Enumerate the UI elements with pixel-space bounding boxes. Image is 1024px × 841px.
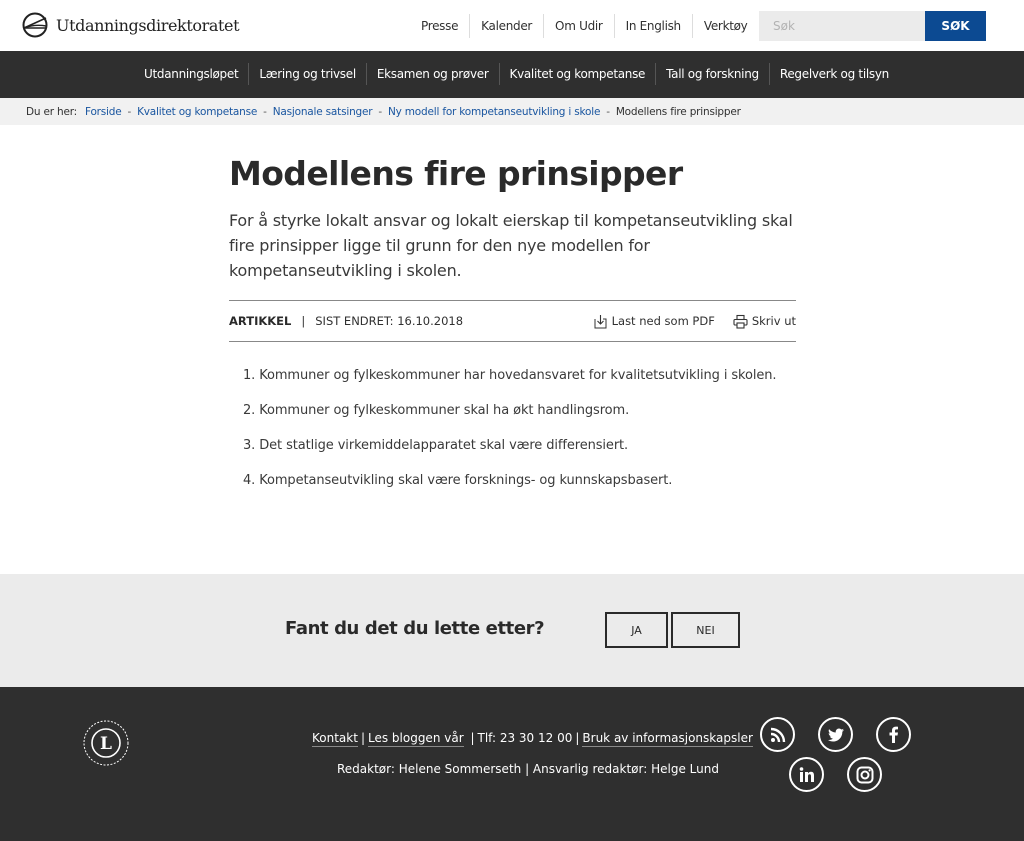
nav-item-utdanningslopet[interactable]: Utdanningsløpet (134, 63, 250, 85)
list-item: 1. Kommuner og fylkeskommuner har hoveda… (243, 368, 777, 383)
larebedrift-badge-icon: L (83, 720, 129, 766)
facebook-link[interactable] (876, 717, 911, 752)
breadcrumb-separator: - (127, 105, 132, 118)
footer-link-cookies[interactable]: Bruk av informasjonskapsler (582, 731, 753, 747)
rss-icon (770, 727, 785, 742)
twitter-link[interactable] (818, 717, 853, 752)
footer: L Kontakt | Les bloggen vår | Tlf: 23 30 12… (0, 687, 1024, 841)
download-pdf-button[interactable]: Last ned som PDF (593, 314, 715, 329)
breadcrumb-label: Du er her: (26, 105, 77, 118)
footer-link-blogg[interactable]: Les bloggen vår (367, 731, 464, 747)
breadcrumb-current: Modellens fire prinsipper (615, 105, 741, 118)
breadcrumb-link-nasjonale-satsinger[interactable]: Nasjonale satsinger (273, 106, 373, 118)
utility-nav: Presse Kalender Om Udir In English Verkt… (410, 14, 758, 38)
nav-item-kvalitet-og-kompetanse[interactable]: Kvalitet og kompetanse (500, 63, 657, 85)
footer-phone: Tlf: 23 30 12 00 (477, 731, 573, 745)
list-item: 3. Det statlige virkemiddelapparatet ska… (243, 438, 629, 453)
site-logo[interactable]: Utdanningsdirektoratet (22, 12, 240, 38)
utility-link-kalender[interactable]: Kalender (470, 14, 545, 38)
principles-list: 1. Kommuner og fylkeskommuner har hoveda… (243, 366, 777, 506)
article-type: ARTIKKEL (229, 314, 292, 328)
article-lead: For å styrke lokalt ansvar og lokalt eie… (229, 211, 793, 280)
feedback-section: Fant du det du lette etter? JA NEI (0, 574, 1024, 687)
breadcrumb-separator: - (263, 105, 267, 118)
article: Modellens fire prinsipper For å styrke l… (229, 150, 796, 488)
top-header: Utdanningsdirektoratet Presse Kalender O… (0, 0, 1024, 51)
footer-link-kontakt[interactable]: Kontakt (312, 731, 358, 747)
utility-link-verktoy[interactable]: Verktøy (693, 14, 759, 38)
nav-item-laering-og-trivsel[interactable]: Læring og trivsel (249, 63, 367, 85)
list-item: 2. Kommuner og fylkeskommuner skal ha øk… (243, 403, 630, 418)
breadcrumb-separator: - (378, 105, 382, 118)
print-button[interactable]: Skriv ut (733, 314, 796, 329)
page-title: Modellens fire prinsipper (229, 154, 683, 193)
linkedin-icon (799, 766, 814, 782)
download-icon (594, 314, 607, 328)
feedback-yes-button[interactable]: JA (605, 612, 668, 648)
rss-link[interactable] (760, 717, 795, 752)
meta-divider: | (301, 314, 306, 328)
nav-item-eksamen-og-prover[interactable]: Eksamen og prøver (367, 63, 500, 85)
linkedin-link[interactable] (789, 757, 824, 792)
utility-link-om-udir[interactable]: Om Udir (544, 14, 615, 38)
search-button[interactable]: SØK (925, 11, 986, 41)
download-pdf-label: Last ned som PDF (611, 314, 715, 328)
breadcrumb-link-forside[interactable]: Forside (85, 106, 122, 118)
utility-link-presse[interactable]: Presse (410, 14, 471, 38)
list-item: 4. Kompetanseutvikling skal være forskni… (243, 473, 673, 488)
nav-item-tall-og-forskning[interactable]: Tall og forskning (656, 63, 770, 85)
instagram-link[interactable] (847, 757, 882, 792)
breadcrumb-separator: - (606, 105, 610, 118)
nav-item-regelverk-og-tilsyn[interactable]: Regelverk og tilsyn (770, 63, 899, 85)
breadcrumb-link-ny-modell[interactable]: Ny modell for kompetanseutvikling i skol… (388, 106, 600, 118)
article-meta-bar: ARTIKKEL | SIST ENDRET: 16.10.2018 Last … (229, 300, 796, 342)
feedback-question: Fant du det du lette etter? (285, 618, 545, 639)
main-nav: Utdanningsløpet Læring og trivsel Eksame… (0, 51, 1024, 98)
last-changed-date: SIST ENDRET: 16.10.2018 (315, 314, 464, 328)
breadcrumb-link-kvalitet[interactable]: Kvalitet og kompetanse (137, 106, 257, 118)
facebook-icon (889, 726, 898, 743)
utility-link-in-english[interactable]: In English (615, 14, 693, 38)
logo-text: Utdanningsdirektoratet (56, 15, 240, 35)
search-input[interactable] (759, 11, 925, 41)
printer-icon (733, 314, 748, 329)
badge-letter: L (100, 734, 112, 754)
feedback-no-button[interactable]: NEI (671, 612, 740, 648)
footer-links: Kontakt | Les bloggen vår | Tlf: 23 30 12 0… (312, 731, 753, 747)
instagram-icon (856, 766, 873, 783)
print-label: Skriv ut (751, 314, 796, 328)
twitter-icon (827, 728, 844, 741)
breadcrumb: Du er her: Forside - Kvalitet og kompeta… (0, 98, 1024, 125)
footer-editors: Redaktør: Helene Sommerseth | Ansvarlig … (337, 762, 719, 776)
udir-logo-icon (22, 12, 48, 38)
